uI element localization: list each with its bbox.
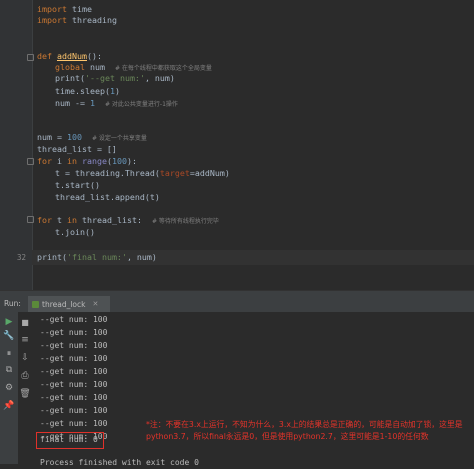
fold-marker-icon[interactable] xyxy=(27,54,34,61)
code-line: t.join() xyxy=(55,227,95,237)
code-editor[interactable]: 32 import time import threading def addN… xyxy=(0,0,474,290)
print-icon[interactable]: ⎙ xyxy=(19,370,31,382)
close-icon[interactable]: ✕ xyxy=(92,300,98,308)
console-line: --get num: 100 xyxy=(40,406,108,415)
process-exit-line: Process finished with exit code 0 xyxy=(40,458,199,467)
run-label: Run: xyxy=(4,299,21,308)
console-line: --get num: 100 xyxy=(40,341,108,350)
console-line: --get num: 100 xyxy=(40,354,108,363)
code-line: thread_list.append(t) xyxy=(55,192,160,202)
restore-layout-icon[interactable]: ⧉ xyxy=(3,364,15,376)
run-toolbar: Run: thread_lock ✕ xyxy=(0,296,474,313)
console-tool-strip: ■ ≡ ⇩ ⎙ 🗑 xyxy=(18,312,32,464)
pin-icon[interactable]: 📌 xyxy=(3,400,15,412)
run-tool-strip: ▶ 🔧 ⏸ ⧉ ⚙ 📌 xyxy=(0,312,19,464)
line-gutter: 32 xyxy=(0,0,34,290)
scroll-to-end-icon[interactable]: ⇩ xyxy=(19,352,31,364)
code-line: import threading xyxy=(37,15,117,25)
run-tab[interactable]: thread_lock ✕ xyxy=(28,296,111,312)
settings-icon[interactable]: ⚙ xyxy=(3,382,15,394)
wrench-icon[interactable]: 🔧 xyxy=(3,330,15,342)
highlight-box xyxy=(36,432,104,449)
console-line: --get num: 100 xyxy=(40,419,108,428)
rerun-icon[interactable]: ▶ xyxy=(3,316,15,328)
console-line: --get num: 100 xyxy=(40,367,108,376)
code-line: num -= 1 # 对此公共变量进行-1操作 xyxy=(55,98,178,108)
run-tab-label: thread_lock xyxy=(42,299,86,309)
console-line: --get num: 100 xyxy=(40,380,108,389)
stop-icon[interactable]: ■ xyxy=(19,316,31,328)
soft-wrap-icon[interactable]: ≡ xyxy=(19,334,31,346)
console-line: --get num: 100 xyxy=(40,393,108,402)
fold-marker-icon[interactable] xyxy=(27,216,34,223)
line-number: 32 xyxy=(16,253,26,262)
fold-marker-icon[interactable] xyxy=(27,158,34,165)
annotation-note: *注：不要在3.x上运行，不知为什么，3.x上的结果总是正确的，可能是自动加了锁… xyxy=(146,420,463,441)
pause-icon[interactable]: ⏸ xyxy=(3,348,15,360)
console-line: --get num: 100 xyxy=(40,328,108,337)
console-line: --get num: 100 xyxy=(40,315,108,324)
clear-all-icon[interactable]: 🗑 xyxy=(19,388,31,400)
current-code-line: print('final num:', num) xyxy=(32,250,474,265)
python-file-icon xyxy=(32,300,39,308)
